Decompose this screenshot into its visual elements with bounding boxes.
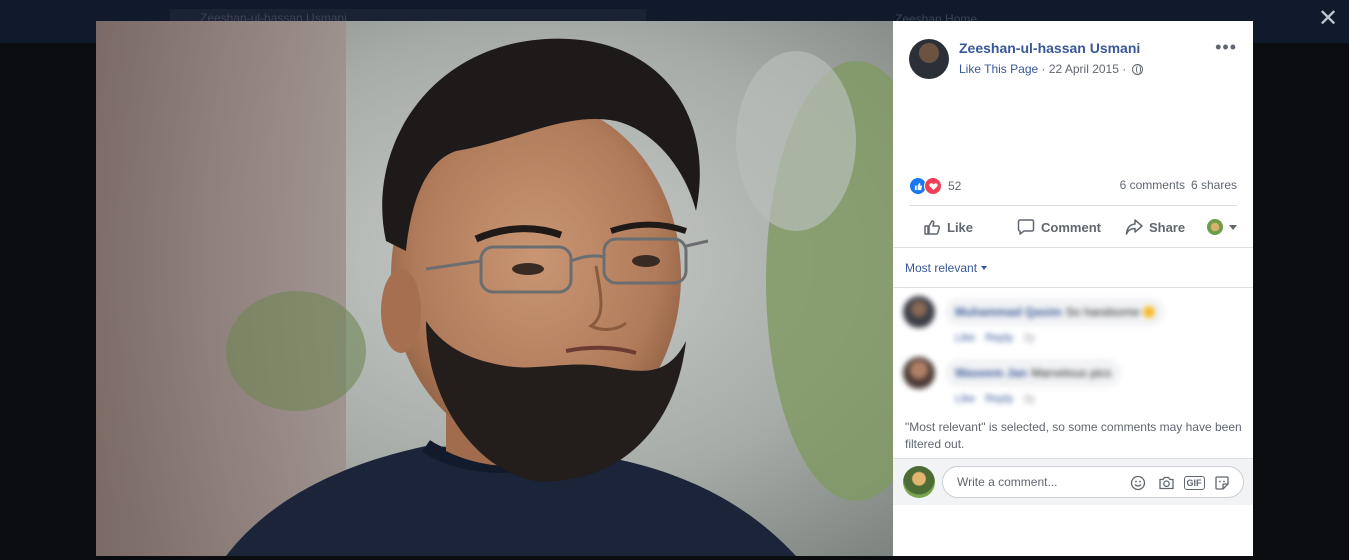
chevron-down-icon: [1229, 224, 1237, 230]
smile-emoji-icon: [1142, 306, 1155, 318]
identity-avatar: [1207, 219, 1223, 235]
comment-reply-link[interactable]: Reply: [985, 332, 1013, 344]
emoji-icon[interactable]: [1129, 474, 1147, 492]
comment-button[interactable]: Comment: [1017, 218, 1101, 236]
sticker-icon[interactable]: [1213, 474, 1231, 492]
comment-icon: [1017, 219, 1035, 235]
gif-label: GIF: [1183, 476, 1205, 490]
more-options-icon[interactable]: •••: [1215, 37, 1237, 58]
comments-count-link[interactable]: 6 comments: [1120, 178, 1185, 192]
comment-links: Like Reply 2y: [955, 393, 1045, 405]
post-side-panel: Zeeshan-ul-hassan Usmani Like This Page …: [893, 21, 1253, 556]
comment-input[interactable]: [955, 474, 1119, 490]
comment-text: So handsome: [1065, 305, 1140, 319]
chevron-down-icon: [981, 266, 988, 270]
share-button-label: Share: [1148, 219, 1186, 235]
author-avatar[interactable]: [909, 39, 949, 79]
comment-like-link[interactable]: Like: [955, 393, 975, 405]
divider: [909, 205, 1237, 206]
shares-count-link[interactable]: 6 shares: [1191, 178, 1237, 192]
comment-text: Marvelous pics: [1031, 366, 1112, 380]
thumbs-up-icon: [924, 220, 941, 235]
comment-time[interactable]: 2y: [1023, 393, 1035, 405]
divider: [893, 247, 1253, 248]
comment-links: Like Reply 2y: [955, 332, 1045, 344]
post-date[interactable]: 22 April 2015: [1049, 62, 1119, 76]
photo-illustration: [96, 21, 893, 556]
commenter-name[interactable]: Waseem Jan: [955, 366, 1027, 380]
filter-notice: "Most relevant" is selected, so some com…: [905, 420, 1242, 451]
reactions-summary[interactable]: 52: [909, 177, 962, 195]
post-photo[interactable]: [96, 21, 893, 556]
reaction-count: 52: [948, 179, 962, 193]
engagement-stats: 6 comments 6 shares: [1114, 178, 1237, 192]
like-button-label: Like: [947, 219, 974, 235]
love-reaction-icon: [924, 177, 942, 195]
author-name[interactable]: Zeeshan-ul-hassan Usmani: [959, 40, 1140, 56]
camera-icon[interactable]: [1157, 474, 1175, 492]
comment-filter-dropdown[interactable]: Most relevant: [905, 261, 988, 275]
comment-bubble: Muhammad Qasim So handsome: [945, 298, 1165, 326]
meta-separator: ·: [1038, 62, 1049, 76]
share-button[interactable]: Share: [1125, 218, 1185, 236]
post-meta: Like This Page · 22 April 2015 ·: [959, 62, 1143, 76]
commenter-name[interactable]: Muhammad Qasim: [955, 305, 1062, 319]
gif-icon[interactable]: GIF: [1183, 474, 1205, 492]
commenter-avatar[interactable]: [903, 296, 935, 328]
comment-like-link[interactable]: Like: [955, 332, 975, 344]
commenter-avatar[interactable]: [903, 357, 935, 389]
meta-separator-2: ·: [1118, 62, 1130, 76]
composer-icons: GIF: [1119, 474, 1231, 492]
comment-bubble: Waseem Jan Marvelous pics: [945, 359, 1122, 387]
comment-button-label: Comment: [1041, 219, 1101, 235]
post-action-bar: Like Comment Share: [909, 209, 1237, 245]
comment-time[interactable]: 2y: [1023, 332, 1035, 344]
like-page-link[interactable]: Like This Page: [959, 62, 1038, 76]
globe-icon: [1131, 64, 1143, 75]
comment-input-box[interactable]: GIF: [942, 466, 1244, 498]
divider: [893, 287, 1253, 288]
choose-identity-button[interactable]: [1207, 219, 1237, 235]
comment-reply-link[interactable]: Reply: [985, 393, 1013, 405]
share-icon: [1125, 219, 1143, 235]
comment-composer: GIF: [893, 458, 1253, 505]
close-viewer-button[interactable]: ✕: [1317, 6, 1339, 32]
comment-filter-label: Most relevant: [905, 261, 978, 275]
like-button[interactable]: Like: [923, 218, 973, 236]
current-user-avatar[interactable]: [903, 466, 935, 498]
